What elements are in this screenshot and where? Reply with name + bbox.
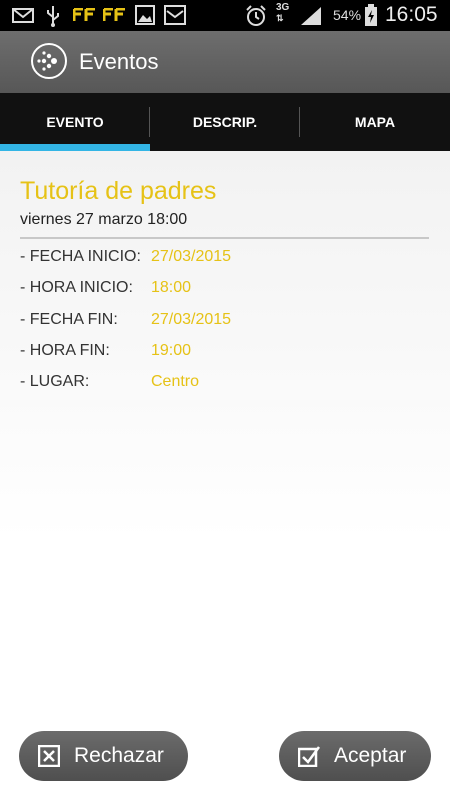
usb-icon [47,6,59,27]
tab-evento[interactable]: EVENTO [0,93,150,151]
reject-label: Rechazar [74,744,164,767]
event-date: viernes 27 marzo 18:00 [20,211,188,228]
tab-mapa[interactable]: MAPA [300,93,450,151]
detail-label: - HORA INICIO: [20,279,133,296]
detail-value: 27/03/2015 [151,248,232,265]
ff-app-icon [103,8,125,21]
detail-value: 27/03/2015 [151,311,232,328]
event-title: Tutoría de padres [20,177,217,205]
tab-selected-indicator [0,144,150,151]
reject-button[interactable]: Rechazar [19,731,188,781]
divider [20,237,429,239]
detail-value: Centro [151,373,200,390]
tab-bar: EVENTO DESCRIP. MAPA [0,93,450,151]
detail-label: - LUGAR: [20,373,90,390]
battery-charging-icon [365,4,377,26]
network-3g-icon: 3G ⇅ [276,2,290,24]
checkbox-check-icon [298,746,320,767]
detail-label: - FECHA FIN: [20,311,118,328]
accept-button[interactable]: Aceptar [279,731,431,781]
event-content: Tutoría de padres viernes 27 marzo 18:00… [0,151,450,800]
app-title: Eventos [79,49,159,74]
status-bar: 3G ⇅ 54% 16:05 [0,0,450,31]
mail-icon [164,5,186,25]
signal-icon [301,7,321,25]
action-bar: Eventos [0,31,450,93]
detail-label: - FECHA INICIO: [20,248,141,265]
ff-app-icon [73,8,95,21]
email-icon [12,8,34,23]
detail-value: 19:00 [151,342,192,359]
gallery-icon [135,5,155,25]
battery-percent: 54% [333,7,362,23]
clock: 16:05 [385,3,438,26]
app-logo-icon[interactable] [31,43,67,79]
detail-label: - HORA FIN: [20,342,110,359]
tab-descrip[interactable]: DESCRIP. [150,93,300,151]
detail-value: 18:00 [151,279,192,296]
alarm-icon [246,5,266,26]
close-box-icon [38,745,60,767]
accept-label: Aceptar [334,744,407,767]
